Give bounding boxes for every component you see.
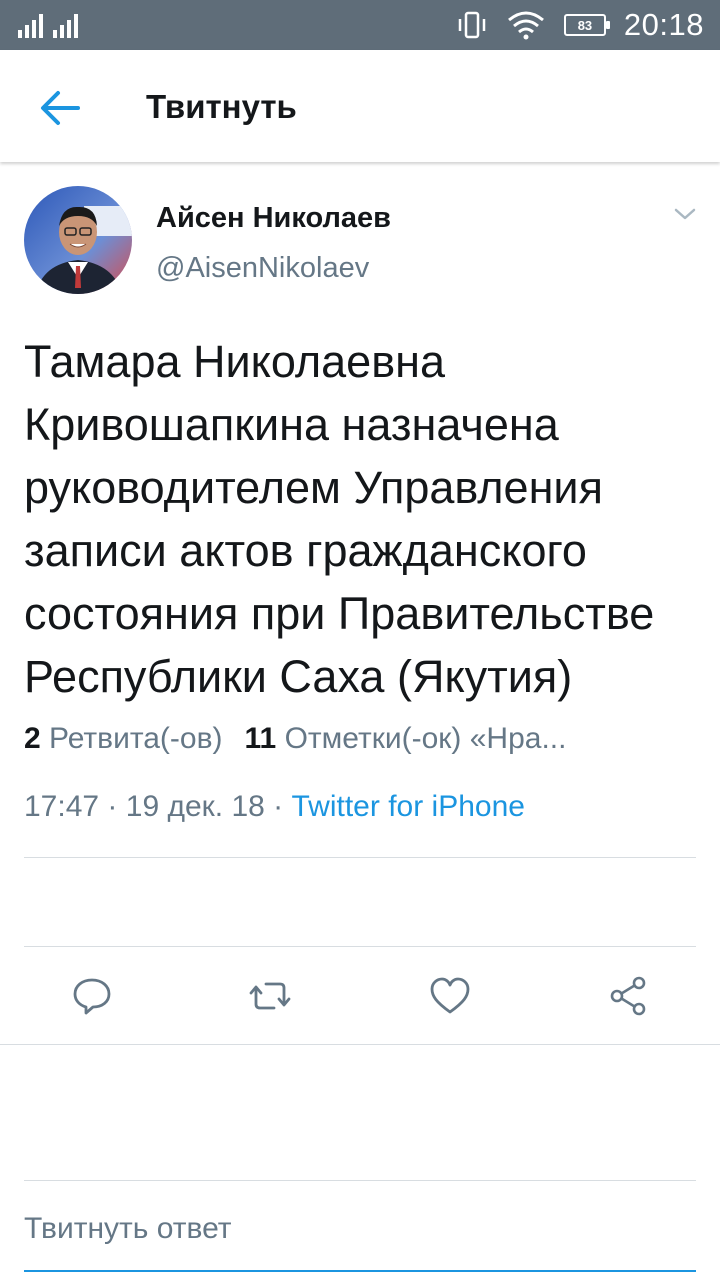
arrow-left-icon[interactable] bbox=[38, 88, 82, 128]
meta-separator: · bbox=[107, 790, 118, 823]
status-bar: 83 20:18 bbox=[0, 0, 720, 50]
chevron-down-icon[interactable] bbox=[672, 204, 698, 224]
divider bbox=[24, 1180, 696, 1181]
tweet-source-link[interactable]: Twitter for iPhone bbox=[292, 790, 525, 823]
status-clock: 20:18 bbox=[623, 7, 704, 42]
retweets-count: 2 bbox=[24, 722, 41, 755]
wifi-icon bbox=[507, 11, 544, 40]
tweet-actions bbox=[0, 962, 720, 1032]
battery-level: 83 bbox=[577, 17, 593, 33]
tweet-time: 17:47 bbox=[24, 790, 100, 823]
share-icon[interactable] bbox=[606, 974, 650, 1018]
tweet-date: 19 дек. 18 bbox=[125, 790, 265, 823]
likes-stat[interactable]: 11 Отметки(-ок) «Нра... bbox=[245, 722, 567, 755]
like-icon[interactable] bbox=[428, 974, 472, 1018]
divider bbox=[24, 857, 696, 858]
tweet-text: Тамара Николаевна Кривошапкина назначена… bbox=[24, 336, 655, 702]
retweet-icon[interactable] bbox=[248, 974, 292, 1018]
app-bar: Твитнуть bbox=[0, 50, 720, 162]
retweets-label: Ретвита(-ов) bbox=[49, 722, 223, 755]
likes-label: Отметки(-ок) «Нра... bbox=[284, 722, 567, 755]
author-name[interactable]: Айсен Николаев bbox=[156, 202, 391, 235]
signal-icon bbox=[18, 12, 78, 38]
tweet-meta: 17:47 · 19 дек. 18 · Twitter for iPhone bbox=[24, 790, 525, 824]
battery-icon: 83 bbox=[563, 14, 610, 36]
author-handle[interactable]: @AisenNikolaev bbox=[156, 252, 369, 285]
tweet-stats: 2 Ретвита(-ов) 11 Отметки(-ок) «Нра... bbox=[24, 722, 566, 756]
divider bbox=[0, 1044, 720, 1045]
divider bbox=[24, 946, 696, 947]
vibrate-icon bbox=[458, 11, 486, 39]
reply-input-underline bbox=[24, 1270, 696, 1272]
reply-input[interactable]: Твитнуть ответ bbox=[24, 1212, 232, 1246]
likes-count: 11 bbox=[244, 722, 277, 755]
meta-separator: · bbox=[273, 790, 284, 823]
retweets-stat[interactable]: 2 Ретвита(-ов) bbox=[24, 722, 223, 755]
reply-icon[interactable] bbox=[70, 974, 114, 1018]
page-title: Твитнуть bbox=[146, 88, 297, 125]
avatar[interactable] bbox=[24, 186, 132, 294]
